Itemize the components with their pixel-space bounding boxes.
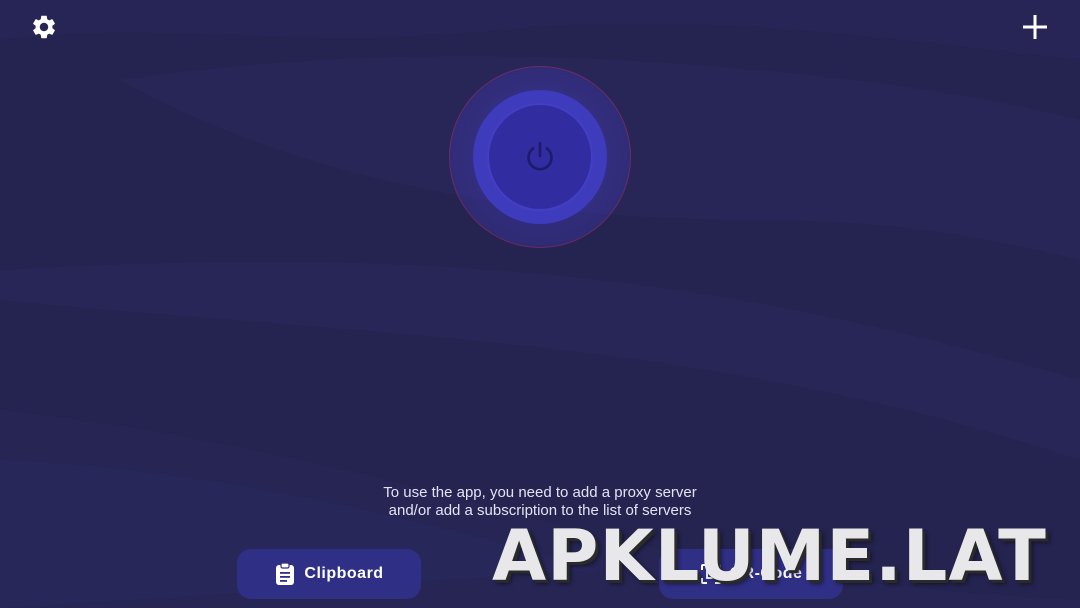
clipboard-button-label: Clipboard bbox=[304, 565, 384, 582]
qr-scan-icon bbox=[700, 564, 721, 584]
plus-icon bbox=[1023, 15, 1047, 39]
add-server-button[interactable] bbox=[1019, 11, 1051, 43]
clipboard-import-button[interactable]: Clipboard bbox=[237, 549, 421, 599]
connect-button-container bbox=[450, 67, 630, 247]
clipboard-icon bbox=[276, 562, 295, 585]
gear-icon bbox=[33, 15, 55, 39]
qr-button-label: QR-Code bbox=[729, 565, 803, 582]
power-icon bbox=[527, 141, 553, 171]
qr-code-import-button[interactable]: QR-Code bbox=[659, 549, 843, 599]
empty-state-message: To use the app, you need to add a proxy … bbox=[383, 484, 697, 519]
settings-button[interactable] bbox=[28, 11, 60, 43]
connect-button[interactable] bbox=[489, 105, 591, 209]
